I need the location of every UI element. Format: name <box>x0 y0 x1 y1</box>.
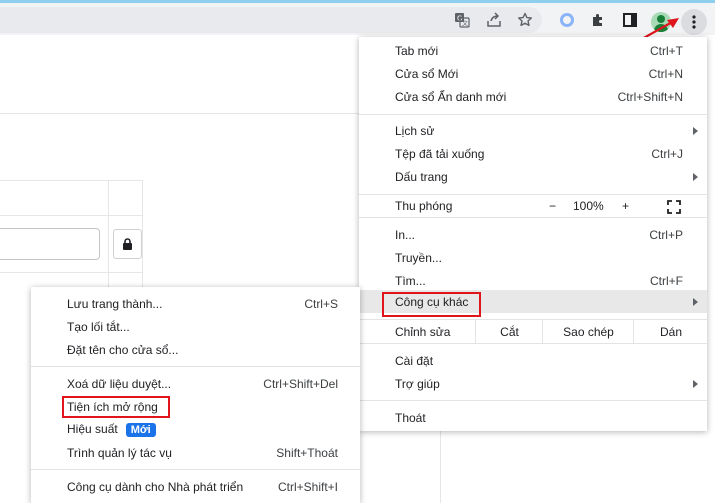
edit-paste-button[interactable]: Dán <box>633 320 708 343</box>
menu-separator <box>359 114 707 115</box>
bookmark-star-icon[interactable] <box>514 9 536 31</box>
lock-icon <box>123 238 132 250</box>
page-table-border <box>0 180 143 181</box>
menu-separator <box>31 469 360 470</box>
page-text-input[interactable] <box>0 228 100 260</box>
submenu-arrow-icon <box>693 172 698 181</box>
menu-item-incognito[interactable]: Cửa sổ Ẩn danh mới Ctrl+Shift+N <box>359 85 707 108</box>
share-icon[interactable] <box>483 9 505 31</box>
zoom-in-button[interactable]: + <box>622 199 629 213</box>
svg-text:文: 文 <box>462 20 468 28</box>
submenu-item-clear-data[interactable]: Xoá dữ liệu duyệt... Ctrl+Shift+Del <box>31 372 360 395</box>
extensions-puzzle-icon[interactable] <box>587 9 609 31</box>
submenu-item-task-manager[interactable]: Trình quản lý tác vụ Shift+Thoát <box>31 441 360 464</box>
menu-item-zoom: Thu phóng − 100% + <box>359 195 707 217</box>
extension-ring-icon[interactable] <box>556 9 578 31</box>
menu-item-new-window[interactable]: Cửa sổ Mới Ctrl+N <box>359 62 707 85</box>
chrome-main-menu: Tab mới Ctrl+T Cửa sổ Mới Ctrl+N Cửa sổ … <box>359 37 707 431</box>
menu-item-edit: Chỉnh sửa Cắt Sao chép Dán <box>359 320 707 343</box>
menu-item-exit[interactable]: Thoát <box>359 406 707 429</box>
page-table-border <box>0 215 143 216</box>
menu-separator <box>31 366 360 367</box>
menu-separator <box>359 400 707 401</box>
zoom-out-button[interactable]: − <box>549 199 556 213</box>
submenu-item-dev-tools[interactable]: Công cụ dành cho Nhà phát triển Ctrl+Shi… <box>31 475 360 498</box>
menu-separator <box>359 217 707 218</box>
menu-separator <box>359 343 707 344</box>
menu-item-find[interactable]: Tìm... Ctrl+F <box>359 269 707 292</box>
menu-item-print[interactable]: In... Ctrl+P <box>359 223 707 246</box>
menu-item-new-tab[interactable]: Tab mới Ctrl+T <box>359 39 707 62</box>
submenu-arrow-icon <box>693 126 698 135</box>
zoom-level: 100% <box>573 199 604 213</box>
menu-item-downloads[interactable]: Tệp đã tải xuống Ctrl+J <box>359 142 707 165</box>
menu-item-cast[interactable]: Truyền... <box>359 246 707 269</box>
submenu-arrow-icon <box>693 297 698 306</box>
page-divider <box>0 113 359 114</box>
translate-icon[interactable]: G文 <box>451 9 473 31</box>
kebab-icon <box>692 15 696 29</box>
menu-item-help[interactable]: Trợ giúp <box>359 372 707 395</box>
page-table-border <box>0 272 143 273</box>
edit-copy-button[interactable]: Sao chép <box>542 320 634 343</box>
highlight-extensions <box>62 396 170 418</box>
menu-item-settings[interactable]: Cài đặt <box>359 349 707 372</box>
highlight-more-tools <box>382 292 481 317</box>
page-lock-button[interactable] <box>113 229 142 259</box>
submenu-item-create-shortcut[interactable]: Tạo lối tắt... <box>31 315 360 338</box>
browser-toolbar: G文 <box>0 3 715 35</box>
more-tools-submenu: Lưu trang thành... Ctrl+S Tạo lối tắt...… <box>31 287 360 503</box>
submenu-arrow-icon <box>693 379 698 388</box>
submenu-item-performance[interactable]: Hiệu suất Mới <box>31 418 360 441</box>
menu-item-history[interactable]: Lịch sử <box>359 119 707 142</box>
edit-cut-button[interactable]: Cắt <box>475 320 543 343</box>
page-table-border <box>142 180 143 287</box>
submenu-item-save-page[interactable]: Lưu trang thành... Ctrl+S <box>31 292 360 315</box>
menu-item-bookmarks[interactable]: Dấu trang <box>359 165 707 188</box>
page-table-border <box>108 180 109 287</box>
page-divider <box>440 431 441 503</box>
fullscreen-icon[interactable] <box>667 200 681 214</box>
submenu-item-name-window[interactable]: Đặt tên cho cửa sổ... <box>31 338 360 361</box>
new-badge: Mới <box>125 423 156 437</box>
more-menu-button[interactable] <box>681 9 707 35</box>
